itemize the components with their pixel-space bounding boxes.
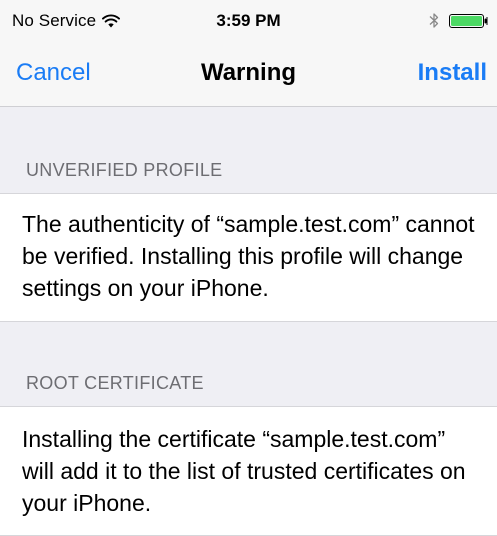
top-bar: No Service 3:59 PM Cancel Warning Instal… [0, 0, 497, 107]
install-button[interactable]: Install [418, 59, 487, 87]
battery-icon [449, 13, 488, 28]
bluetooth-icon [429, 13, 439, 28]
section-header-root-certificate: ROOT CERTIFICATE [26, 373, 204, 393]
unverified-profile-message: The authenticity of “sample.test.com” ca… [22, 211, 475, 301]
unverified-profile-card: The authenticity of “sample.test.com” ca… [0, 193, 497, 322]
root-certificate-message: Installing the certificate “sample.test.… [22, 426, 466, 516]
cancel-button[interactable]: Cancel [16, 59, 91, 87]
status-bar: No Service 3:59 PM [0, 0, 497, 40]
navigation-bar: Cancel Warning Install [0, 48, 497, 100]
status-right-icons [429, 12, 489, 29]
status-time: 3:59 PM [216, 11, 281, 30]
section-header-unverified-profile: UNVERIFIED PROFILE [26, 160, 223, 180]
